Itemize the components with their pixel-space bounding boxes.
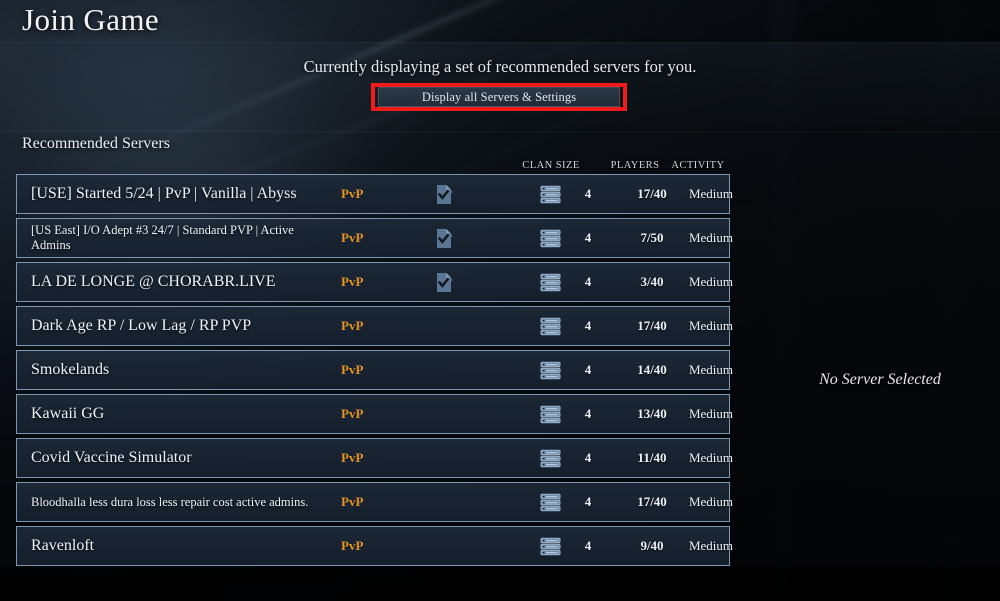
section-title-recommended-servers: Recommended Servers bbox=[22, 135, 170, 152]
server-certified-icon-cell bbox=[419, 263, 471, 301]
document-check-icon bbox=[437, 228, 453, 248]
server-mode-badge: PvP bbox=[341, 318, 364, 333]
server-row[interactable]: [USE] Started 5/24 | PvP | Vanilla | Aby… bbox=[16, 174, 733, 214]
server-name: [US East] I/O Adept #3 24/7 | Standard P… bbox=[31, 223, 294, 252]
server-certified-icon-cell bbox=[419, 527, 471, 565]
server-list: [USE] Started 5/24 | PvP | Vanilla | Aby… bbox=[16, 174, 733, 570]
server-activity: Medium bbox=[688, 318, 734, 333]
server-certified-icon-cell bbox=[419, 395, 471, 433]
server-clan-size: 4 bbox=[584, 494, 592, 509]
server-row[interactable]: Kawaii GG PvP 4 13/40 Medium bbox=[16, 394, 733, 434]
no-server-selected-message: No Server Selected bbox=[819, 371, 941, 388]
server-certified-icon-cell bbox=[419, 483, 471, 521]
server-name: LA DE LONGE @ CHORABR.LIVE bbox=[31, 272, 276, 290]
subtitle-text: Currently displaying a set of recommende… bbox=[303, 57, 697, 76]
server-clan-size: 4 bbox=[584, 450, 592, 465]
server-row[interactable]: Dark Age RP / Low Lag / RP PVP PvP 4 17/40 M… bbox=[16, 306, 733, 346]
column-header-row: CLAN SIZE PLAYERS ACTIVITY bbox=[0, 160, 730, 174]
server-name: Covid Vaccine Simulator bbox=[31, 448, 192, 466]
server-name: [USE] Started 5/24 | PvP | Vanilla | Aby… bbox=[31, 184, 297, 202]
server-clan-size: 4 bbox=[584, 362, 592, 377]
server-activity: Medium bbox=[688, 406, 734, 421]
server-mode-badge: PvP bbox=[341, 450, 364, 465]
server-activity: Medium bbox=[688, 494, 734, 509]
column-header-activity: ACTIVITY bbox=[671, 160, 725, 171]
column-header-players: PLAYERS bbox=[610, 160, 660, 171]
server-certified-icon-cell bbox=[419, 439, 471, 477]
server-name: Bloodhalla less dura loss less repair co… bbox=[31, 494, 309, 509]
server-activity: Medium bbox=[688, 362, 734, 377]
server-detail-panel: No Server Selected bbox=[760, 131, 1000, 567]
server-certified-icon-cell bbox=[419, 219, 471, 257]
server-activity: Medium bbox=[688, 230, 734, 245]
server-activity: Medium bbox=[688, 186, 734, 201]
server-row[interactable]: LA DE LONGE @ CHORABR.LIVE PvP 4 3/40 Medium bbox=[16, 262, 733, 302]
server-mode-badge: PvP bbox=[341, 274, 364, 289]
display-all-servers-settings-button[interactable]: Display all Servers & Settings bbox=[378, 87, 620, 107]
server-certified-icon-cell bbox=[419, 351, 471, 389]
server-certified-icon-cell bbox=[419, 175, 471, 213]
server-certified-icon-cell bbox=[419, 307, 471, 345]
server-mode-badge: PvP bbox=[341, 406, 364, 421]
server-row[interactable]: [US East] I/O Adept #3 24/7 | Standard P… bbox=[16, 218, 733, 258]
server-clan-size: 4 bbox=[584, 274, 592, 289]
document-check-icon bbox=[437, 184, 453, 204]
server-activity: Medium bbox=[688, 538, 734, 553]
server-clan-size: 4 bbox=[584, 406, 592, 421]
server-clan-size: 4 bbox=[584, 230, 592, 245]
server-row[interactable]: Ravenloft PvP 4 9/40 Medium bbox=[16, 526, 733, 566]
server-clan-size: 4 bbox=[584, 186, 592, 201]
server-row[interactable]: Covid Vaccine Simulator PvP 4 11/40 Medium bbox=[16, 438, 733, 478]
server-mode-badge: PvP bbox=[341, 186, 364, 201]
server-mode-badge: PvP bbox=[341, 538, 364, 553]
server-name: Kawaii GG bbox=[31, 404, 105, 422]
column-header-clan-size: CLAN SIZE bbox=[522, 160, 580, 171]
server-name: Dark Age RP / Low Lag / RP PVP bbox=[31, 316, 252, 334]
server-name: Ravenloft bbox=[31, 536, 95, 554]
server-row[interactable]: Smokelands PvP 4 14/40 Medium bbox=[16, 350, 733, 390]
server-name: Smokelands bbox=[31, 360, 110, 378]
server-activity: Medium bbox=[688, 274, 734, 289]
server-row[interactable]: Bloodhalla less dura loss less repair co… bbox=[16, 482, 733, 522]
server-mode-badge: PvP bbox=[341, 230, 364, 245]
page-title: Join Game bbox=[22, 2, 160, 37]
server-mode-badge: PvP bbox=[341, 362, 364, 377]
server-clan-size: 4 bbox=[584, 318, 592, 333]
server-activity: Medium bbox=[688, 450, 734, 465]
server-clan-size: 4 bbox=[584, 538, 592, 553]
join-game-screen: Join Game Currently displaying a set of … bbox=[0, 0, 1000, 601]
server-mode-badge: PvP bbox=[341, 494, 364, 509]
document-check-icon bbox=[437, 272, 453, 292]
